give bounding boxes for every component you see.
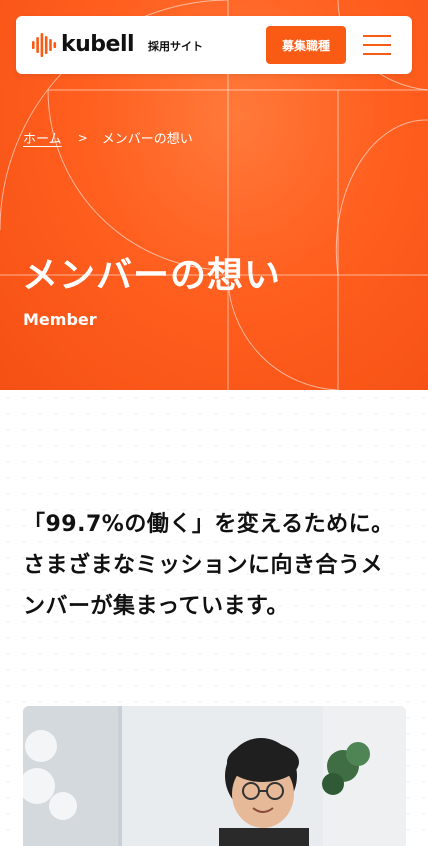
- page-title: メンバーの想い: [22, 255, 282, 296]
- lead-line-1: 「99.7%の働く」を変えるために。: [23, 512, 394, 537]
- lead-text: 「99.7%の働く」を変えるために。 さまざまなミッションに向き合うメ ンバーが…: [23, 504, 413, 627]
- breadcrumb: ホーム > メンバーの想い: [23, 128, 193, 148]
- site-label: 採用サイト: [148, 40, 203, 53]
- hamburger-menu-icon[interactable]: [363, 35, 393, 55]
- site-logo-link[interactable]: kubell: [32, 32, 135, 57]
- logo-text: kubell: [61, 32, 135, 57]
- page-subtitle: Member: [23, 310, 97, 329]
- breadcrumb-home-link[interactable]: ホーム: [23, 128, 62, 147]
- breadcrumb-separator: >: [77, 130, 88, 145]
- lead-line-2: さまざまなミッションに向き合うメ: [23, 553, 384, 578]
- job-openings-button[interactable]: 募集職種: [266, 26, 346, 64]
- member-photo-image: [23, 706, 406, 846]
- kubell-waveform-logo-icon: [32, 33, 57, 57]
- breadcrumb-current: メンバーの想い: [101, 132, 193, 147]
- member-photo[interactable]: [23, 706, 406, 846]
- lead-line-3: ンバーが集まっています。: [23, 594, 289, 619]
- site-header: kubell 採用サイト 募集職種: [16, 16, 412, 74]
